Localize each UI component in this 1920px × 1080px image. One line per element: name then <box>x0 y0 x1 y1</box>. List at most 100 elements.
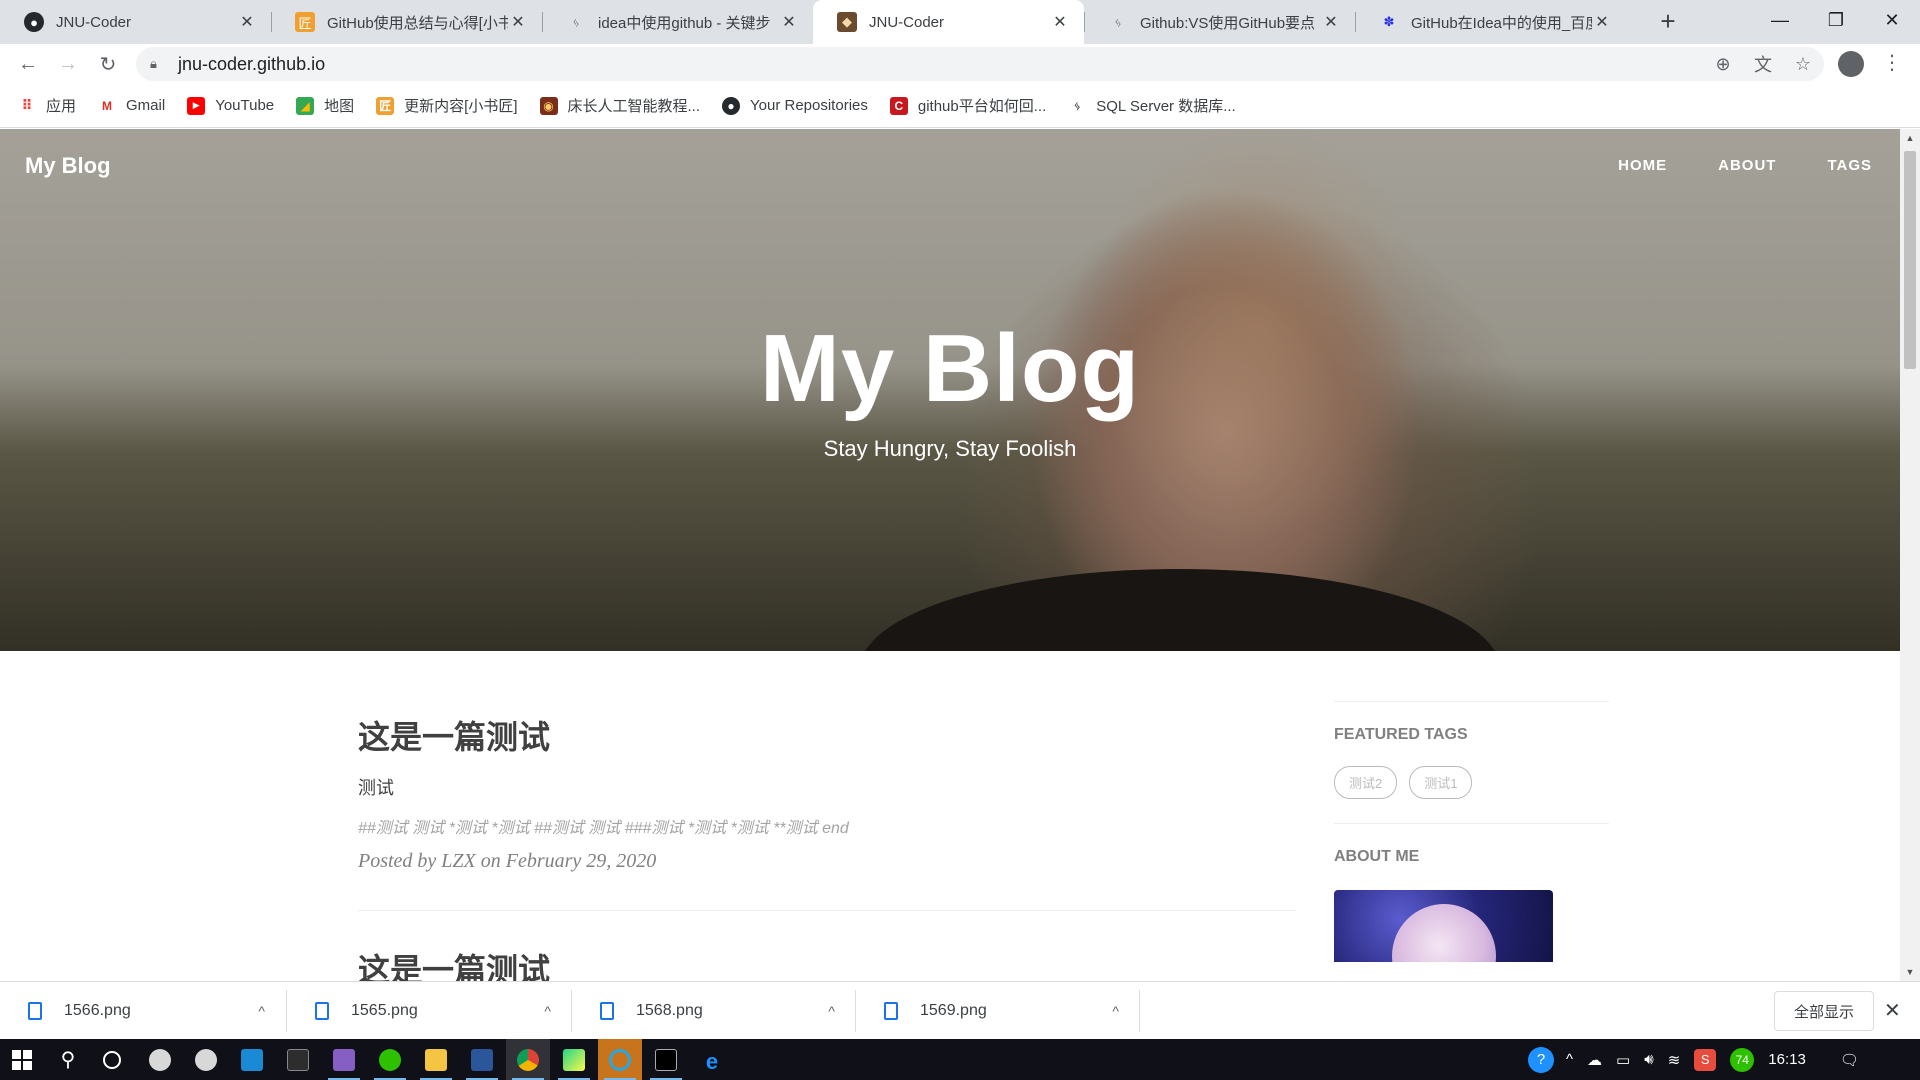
chevron-up-icon[interactable]: ^ <box>544 1003 551 1019</box>
file-explorer-icon <box>425 1048 447 1071</box>
sogou-input-icon[interactable]: S <box>1694 1048 1717 1071</box>
profile-avatar-icon[interactable] <box>1838 51 1864 77</box>
restore-button[interactable]: ❐ <box>1808 0 1864 40</box>
system-clock[interactable]: 16:13 <box>1768 1051 1806 1068</box>
tab-close-icon[interactable]: ✕ <box>779 12 799 32</box>
help-icon[interactable]: ? <box>1528 1046 1554 1073</box>
cortana-button[interactable] <box>90 1039 134 1080</box>
scroll-down-arrow-icon[interactable]: ▼ <box>1900 963 1920 981</box>
bookmark-youtube[interactable]: ▶ YouTube <box>187 96 274 115</box>
bookmark-your-repositories[interactable]: ● Your Repositories <box>722 96 868 115</box>
download-item[interactable]: 1569.png ^ <box>856 982 1139 1040</box>
bookmark-ai-tutorial[interactable]: ◉ 床长人工智能教程... <box>539 95 700 116</box>
onedrive-icon[interactable]: ☁ <box>1587 1051 1602 1069</box>
nav-about-link[interactable]: ABOUT <box>1718 157 1776 174</box>
bookmark-sql-server[interactable]: ᛃ SQL Server 数据库... <box>1068 95 1236 116</box>
minimize-button[interactable]: — <box>1752 0 1808 40</box>
post-title[interactable]: 这是一篇测试 <box>358 945 1296 981</box>
download-filename[interactable]: 1569.png <box>920 1002 987 1020</box>
taskbar-app[interactable] <box>506 1039 550 1080</box>
page-scrollbar[interactable]: ▲ ▼ <box>1900 129 1920 981</box>
taskbar-search-button[interactable]: ⚲ <box>46 1039 90 1080</box>
download-filename[interactable]: 1566.png <box>64 1002 131 1020</box>
tab-close-icon[interactable]: ✕ <box>508 12 528 32</box>
post-preview[interactable]: 这是一篇测试 测试 ##测试 测试 *测试 *测试 ##测试 测试 ###测试 … <box>358 712 1296 873</box>
page-viewport[interactable]: My Blog HOME ABOUT TAGS My Blog Stay Hun… <box>0 129 1920 981</box>
scroll-up-arrow-icon[interactable]: ▲ <box>1900 129 1920 147</box>
bookmark-maps[interactable]: ◢ 地图 <box>296 95 354 116</box>
chevron-up-icon[interactable]: ^ <box>1566 1051 1573 1068</box>
url-text[interactable]: jnu-coder.github.io <box>178 54 325 75</box>
new-tab-button[interactable]: + <box>1652 6 1684 38</box>
browser-tab[interactable]: ᛃ Github:VS使用GitHub要点 ✕ <box>1084 0 1355 44</box>
tab-close-icon[interactable]: ✕ <box>1321 12 1341 32</box>
taskbar-app[interactable] <box>322 1039 366 1080</box>
taskbar-app[interactable] <box>368 1039 412 1080</box>
download-filename[interactable]: 1565.png <box>351 1002 418 1020</box>
browser-tab[interactable]: 匠 GitHub使用总结与心得[小书 ✕ <box>271 0 542 44</box>
bookmark-csdn[interactable]: C github平台如何回... <box>889 95 1046 116</box>
taskbar-app[interactable] <box>552 1039 596 1080</box>
browser-toolbar: ← → ↻ 🔒︎ jnu-coder.github.io ⊕ 文 ☆ ⋮ <box>0 44 1920 84</box>
browser-tab[interactable]: ✽ GitHub在Idea中的使用_百度 ✕ <box>1355 0 1626 44</box>
download-item[interactable]: 1566.png ^ <box>0 982 285 1040</box>
post-preview[interactable]: 这是一篇测试 <box>358 945 1296 981</box>
notification-center-icon[interactable]: 🗨︎ <box>1840 1051 1859 1069</box>
taskbar-app[interactable] <box>230 1039 274 1080</box>
taskbar-app[interactable] <box>184 1039 228 1080</box>
maps-icon: ◢ <box>296 96 315 115</box>
taskbar-app[interactable] <box>598 1039 642 1080</box>
taskbar-app[interactable] <box>644 1039 688 1080</box>
volume-icon[interactable]: 🔊︎ <box>1644 1051 1653 1068</box>
taskbar-app[interactable] <box>460 1039 504 1080</box>
install-app-icon[interactable]: ⊕ <box>1710 54 1736 75</box>
app-icon <box>149 1048 171 1071</box>
tag-chip[interactable]: 测试1 <box>1409 766 1473 799</box>
nav-tags-link[interactable]: TAGS <box>1827 157 1872 174</box>
browser-tab[interactable]: ● JNU-Coder ✕ <box>0 0 271 44</box>
close-shelf-icon[interactable]: ✕ <box>1884 998 1901 1023</box>
post-title[interactable]: 这是一篇测试 <box>358 712 1296 758</box>
site-brand-link[interactable]: My Blog <box>25 153 111 179</box>
post-excerpt[interactable]: ##测试 测试 *测试 *测试 ##测试 测试 ###测试 *测试 *测试 **… <box>358 814 1296 838</box>
tab-close-icon[interactable]: ✕ <box>1050 12 1070 32</box>
chevron-up-icon[interactable]: ^ <box>258 1003 265 1019</box>
download-item[interactable]: 1568.png ^ <box>572 982 855 1040</box>
reload-icon[interactable]: ↻ <box>92 48 124 80</box>
chevron-up-icon[interactable]: ^ <box>828 1003 835 1019</box>
wifi-icon[interactable]: ≋ <box>1668 1051 1681 1069</box>
pycharm-icon <box>563 1048 585 1071</box>
tab-close-icon[interactable]: ✕ <box>237 12 257 32</box>
browser-tab-active[interactable]: ◆ JNU-Coder ✕ <box>813 0 1084 44</box>
taskbar-app[interactable] <box>138 1039 182 1080</box>
scrollbar-thumb[interactable] <box>1904 151 1916 369</box>
back-arrow-icon[interactable]: ← <box>12 48 44 80</box>
battery-icon[interactable]: ▭ <box>1616 1051 1630 1069</box>
close-window-button[interactable]: ✕ <box>1864 0 1920 40</box>
bookmark-apps[interactable]: ⠿ 应用 <box>18 95 76 116</box>
browser-tab[interactable]: ᛃ idea中使用github - 关键步 ✕ <box>542 0 813 44</box>
bookmark-xiaoshujiang[interactable]: 匠 更新内容[小书匠] <box>376 95 518 116</box>
tag-chip[interactable]: 测试2 <box>1334 766 1398 799</box>
address-bar[interactable]: 🔒︎ jnu-coder.github.io ⊕ 文 ☆ <box>136 47 1824 81</box>
start-button[interactable] <box>0 1039 44 1080</box>
bookmark-gmail[interactable]: M Gmail <box>98 97 165 115</box>
chrome-menu-icon[interactable]: ⋮ <box>1882 50 1902 75</box>
post-subtitle[interactable]: 测试 <box>358 774 1296 800</box>
taskbar-app[interactable]: e <box>690 1039 734 1080</box>
chevron-up-icon[interactable]: ^ <box>1112 1003 1119 1019</box>
translate-icon[interactable]: 文 <box>1750 51 1776 77</box>
bookmark-star-icon[interactable]: ☆ <box>1790 54 1816 75</box>
nav-home-link[interactable]: HOME <box>1618 157 1667 174</box>
lock-icon[interactable]: 🔒︎ <box>150 56 164 72</box>
taskbar-app[interactable] <box>414 1039 458 1080</box>
download-filename[interactable]: 1568.png <box>636 1002 703 1020</box>
tab-close-icon[interactable]: ✕ <box>1592 12 1612 32</box>
battery-percent-badge[interactable]: 74 <box>1730 1047 1755 1072</box>
download-item[interactable]: 1565.png ^ <box>287 982 571 1040</box>
forward-arrow-icon[interactable]: → <box>52 48 84 80</box>
taskbar-app[interactable] <box>276 1039 320 1080</box>
word-icon <box>471 1048 493 1071</box>
browser-tab-strip: ● JNU-Coder ✕ 匠 GitHub使用总结与心得[小书 ✕ ᛃ ide… <box>0 0 1920 44</box>
show-all-downloads-button[interactable]: 全部显示 <box>1774 991 1874 1031</box>
